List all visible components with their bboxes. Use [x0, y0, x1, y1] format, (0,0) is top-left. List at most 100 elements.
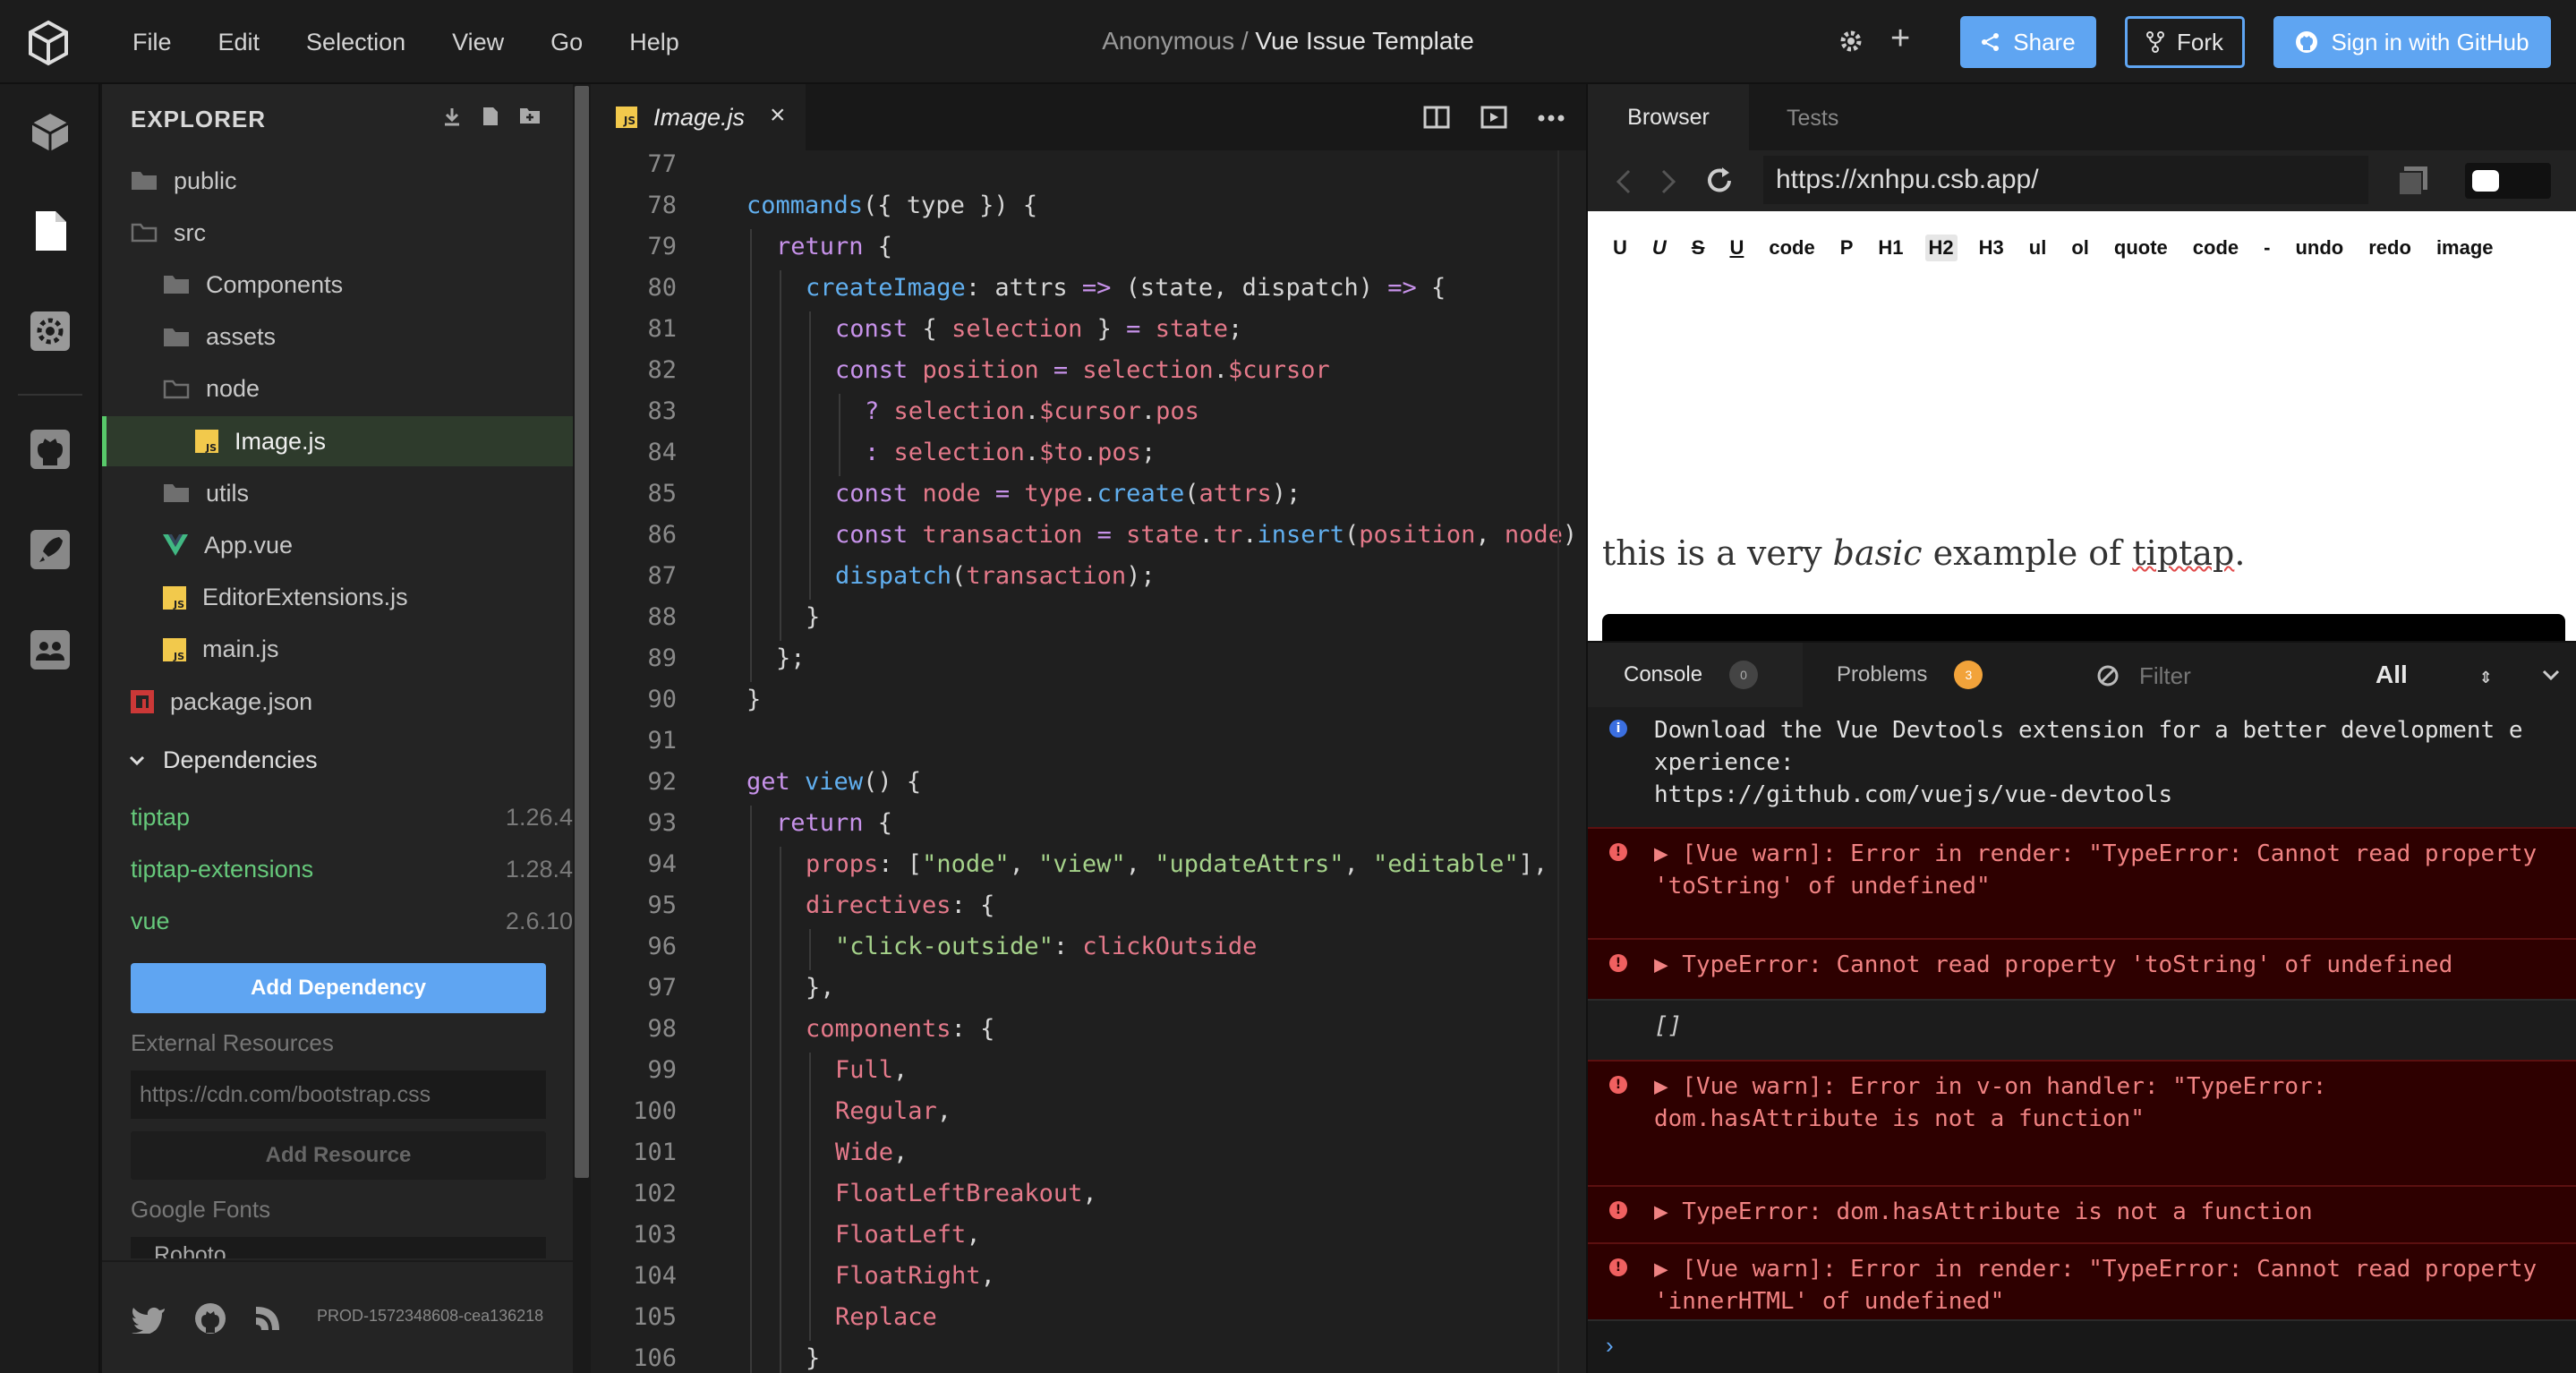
tiptap-tool-button[interactable]: redo: [2365, 235, 2415, 261]
refresh-icon[interactable]: [1704, 166, 1735, 196]
menu-file[interactable]: File: [132, 29, 172, 56]
tiptap-tool-button[interactable]: H1: [1874, 235, 1906, 261]
tree-item[interactable]: Components: [102, 260, 573, 310]
tree-item[interactable]: assets: [102, 312, 573, 362]
tree-item[interactable]: src: [102, 208, 573, 258]
more-options-icon[interactable]: [1538, 115, 1565, 122]
console-error[interactable]: ! ▶ TypeError: Cannot read property 'toSt…: [1588, 938, 2576, 999]
console-filter-input[interactable]: Filter: [2139, 662, 2191, 690]
tree-item-label: src: [174, 218, 206, 246]
sandbox-info-icon[interactable]: [27, 109, 73, 156]
dependency-row[interactable]: tiptap-extensions 1.28.4: [131, 856, 573, 883]
share-button[interactable]: Share: [1960, 16, 2096, 68]
split-view-icon[interactable]: [1423, 106, 1450, 129]
back-icon[interactable]: [1615, 168, 1633, 195]
device-toggle[interactable]: [2465, 163, 2551, 199]
console-error[interactable]: ! ▶ TypeError: dom.hasAttribute is not a …: [1588, 1185, 2576, 1242]
editor-content[interactable]: this is a very basic example of tiptap.: [1602, 533, 2245, 573]
tiptap-tool-button[interactable]: ul: [2026, 235, 2051, 261]
config-gear-icon[interactable]: [27, 308, 73, 354]
gear-icon[interactable]: [1837, 27, 1865, 55]
open-new-window-icon[interactable]: [2397, 165, 2429, 197]
forward-icon[interactable]: [1659, 168, 1677, 195]
console-error[interactable]: ! ▶ [Vue warn]: Error in render: "TypeErr…: [1588, 827, 2576, 938]
indent-guide: [750, 970, 752, 1011]
log-level-select[interactable]: All ⇕: [2376, 661, 2493, 689]
tree-item[interactable]: node: [102, 364, 573, 414]
tiptap-tool-button[interactable]: undo: [2291, 235, 2347, 261]
tiptap-tool-button[interactable]: image: [2433, 235, 2497, 261]
tiptap-tool-button[interactable]: U: [1726, 235, 1747, 261]
dependency-row[interactable]: vue 2.6.10: [131, 908, 573, 935]
tiptap-tool-button[interactable]: quote: [2111, 235, 2171, 261]
chevron-down-icon[interactable]: [2542, 669, 2560, 680]
close-icon[interactable]: ×: [770, 100, 786, 131]
google-fonts-input[interactable]: Roboto: [131, 1237, 546, 1258]
console-input[interactable]: ›: [1588, 1319, 2576, 1373]
fork-button[interactable]: Fork: [2125, 16, 2245, 68]
code-area[interactable]: 77 78 commands({ type }) {79 return {80 crea…: [591, 150, 1586, 1373]
github-icon[interactable]: [193, 1301, 227, 1335]
spectrum-icon[interactable]: [254, 1305, 281, 1332]
menu-selection[interactable]: Selection: [306, 29, 405, 56]
tiptap-tool-button[interactable]: ol: [2068, 235, 2093, 261]
line-number: 101: [633, 1138, 677, 1166]
url-bar[interactable]: https://xnhpu.csb.app/: [1763, 156, 2368, 204]
indent-guide: [780, 1176, 781, 1217]
new-file-icon[interactable]: [482, 106, 499, 127]
explorer-scrollbar[interactable]: [575, 86, 589, 1178]
tab-tests[interactable]: Tests: [1787, 106, 1838, 132]
tab-console[interactable]: Console 0: [1588, 643, 1803, 707]
add-icon[interactable]: +: [1890, 20, 1910, 58]
tab-problems[interactable]: Problems 3: [1837, 643, 1983, 707]
indent-guide: [809, 394, 811, 435]
tree-item[interactable]: JS main.js: [102, 625, 573, 675]
tiptap-tool-button[interactable]: S: [1688, 235, 1709, 261]
github-icon[interactable]: [27, 426, 73, 473]
tree-item[interactable]: utils: [102, 468, 573, 518]
menu-help[interactable]: Help: [629, 29, 679, 56]
tree-item[interactable]: package.json: [102, 677, 573, 727]
code-line: directives: {: [806, 891, 995, 919]
open-preview-icon[interactable]: [1480, 106, 1507, 129]
codesandbox-logo-icon[interactable]: [25, 20, 72, 66]
clear-console-icon[interactable]: [2096, 664, 2120, 687]
live-collaboration-icon[interactable]: [27, 627, 73, 673]
menu-edit[interactable]: Edit: [218, 29, 260, 56]
menu-go[interactable]: Go: [550, 29, 583, 56]
tiptap-tool-button[interactable]: U: [1649, 235, 1670, 261]
tiptap-tool-button[interactable]: U: [1609, 235, 1631, 261]
tiptap-tool-button[interactable]: P: [1837, 235, 1857, 261]
dependency-row[interactable]: tiptap 1.26.4: [131, 804, 573, 831]
indent-guide: [780, 394, 781, 435]
tree-item[interactable]: public: [102, 156, 573, 206]
new-folder-icon[interactable]: [519, 106, 541, 125]
preview-frame[interactable]: U U S Ucode P H1 H2 H3 ul ol quote code - undo redo ima…: [1588, 211, 2576, 641]
device-toggle-knob: [2472, 170, 2499, 192]
tiptap-tool-button[interactable]: code: [2189, 235, 2242, 261]
tree-item[interactable]: App.vue: [102, 520, 573, 570]
console-error[interactable]: ! ▶ [Vue warn]: Error in v-on handler: "T…: [1588, 1060, 2576, 1185]
tree-item[interactable]: JS Image.js: [102, 416, 573, 466]
sign-in-github-button[interactable]: Sign in with GitHub: [2273, 16, 2551, 68]
twitter-icon[interactable]: [131, 1305, 166, 1334]
file-explorer-icon[interactable]: [27, 208, 73, 254]
tree-item-label: package.json: [170, 687, 313, 715]
tiptap-tool-button[interactable]: code: [1765, 235, 1818, 261]
tiptap-tool-button[interactable]: H3: [1975, 235, 2008, 261]
tiptap-tool-button[interactable]: H2: [1924, 235, 1958, 261]
upload-icon[interactable]: [442, 106, 462, 127]
deploy-rocket-icon[interactable]: [27, 526, 73, 573]
tree-item[interactable]: JS EditorExtensions.js: [102, 573, 573, 623]
dependencies-header[interactable]: Dependencies: [129, 746, 318, 774]
sandbox-name[interactable]: Vue Issue Template: [1255, 27, 1473, 55]
add-resource-button[interactable]: Add Resource: [131, 1131, 546, 1180]
tab-browser[interactable]: Browser: [1588, 84, 1749, 150]
editor-scrollbar[interactable]: [1557, 150, 1586, 1373]
menu-view[interactable]: View: [452, 29, 504, 56]
tiptap-tool-button[interactable]: -: [2260, 235, 2273, 261]
line-number: 92: [647, 768, 677, 796]
external-resource-input[interactable]: [131, 1070, 546, 1119]
explorer-footer: PROD-1572348608-cea136218: [102, 1260, 573, 1373]
add-dependency-button[interactable]: Add Dependency: [131, 963, 546, 1013]
